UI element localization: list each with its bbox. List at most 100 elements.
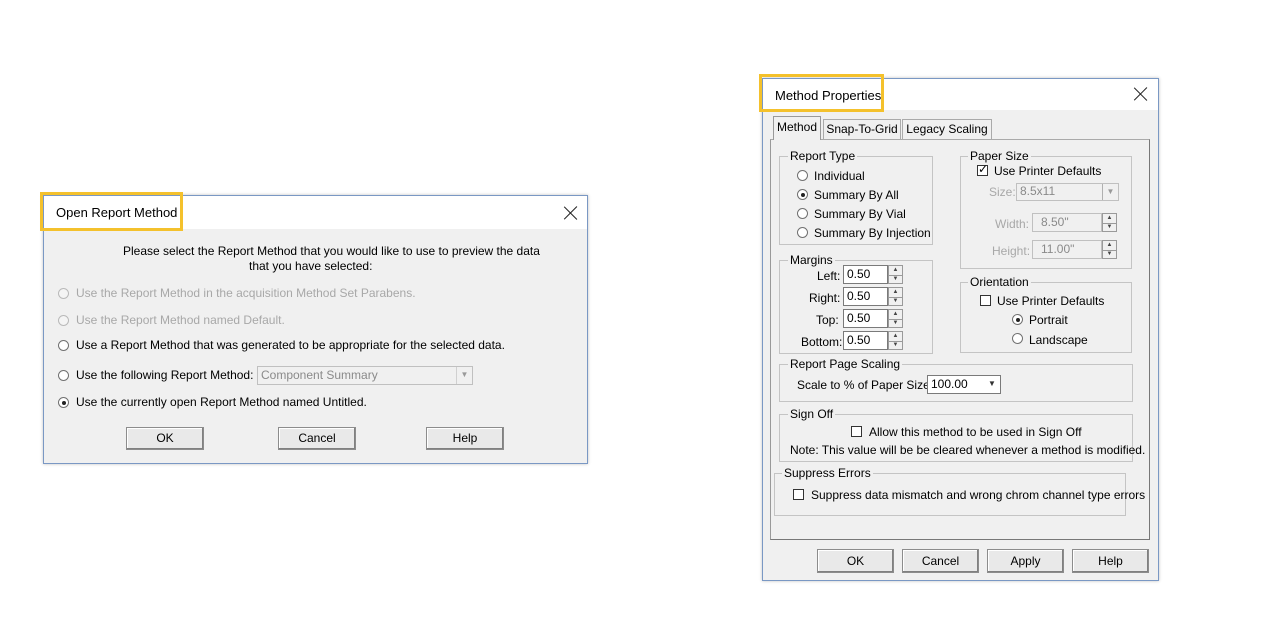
summary-by-injection-label: Summary By Injection [814, 226, 931, 240]
left-margin-field[interactable]: 0.50 [843, 265, 888, 284]
spin-down-icon: ▼ [892, 341, 899, 348]
title-highlight-box [759, 74, 884, 112]
left-margin-value: 0.50 [847, 267, 871, 281]
method-properties-dialog: Method Properties Method Snap-To-Grid Le… [762, 78, 1159, 581]
title-highlight-box [40, 192, 183, 231]
radio-summary-by-vial[interactable] [797, 208, 808, 219]
scale-label: Scale to % of Paper Size: [797, 378, 934, 392]
bottom-margin-label: Bottom: [801, 335, 843, 349]
right-margin-spinner[interactable]: ▲ ▼ [888, 287, 903, 306]
orientation-label: Orientation [968, 275, 1031, 289]
paper-size-label: Paper Size [968, 149, 1031, 163]
cancel-button[interactable]: Cancel [278, 427, 356, 450]
spin-down-icon: ▼ [1106, 250, 1113, 257]
radio-summary-by-injection[interactable] [797, 227, 808, 238]
size-label: Size: [989, 185, 1016, 199]
spin-down-icon: ▼ [1106, 223, 1113, 230]
radio-acquisition-method[interactable] [58, 288, 69, 299]
ok-button[interactable]: OK [817, 549, 894, 573]
suppress-errors-checkbox[interactable] [793, 489, 804, 500]
spin-down-icon: ▼ [892, 297, 899, 304]
help-button[interactable]: Help [1072, 549, 1149, 573]
report-page-scaling-label: Report Page Scaling [788, 357, 903, 371]
option-acquisition-method-label: Use the Report Method in the acquisition… [76, 286, 416, 300]
width-field[interactable]: 8.50" [1032, 213, 1102, 232]
top-margin-value: 0.50 [847, 311, 871, 325]
report-method-select[interactable]: Component Summary ▼ [257, 366, 473, 385]
right-margin-value: 0.50 [847, 289, 871, 303]
tab-snap-to-grid[interactable]: Snap-To-Grid [823, 119, 901, 140]
orientation-use-printer-defaults-checkbox[interactable] [980, 295, 991, 306]
portrait-label: Portrait [1029, 313, 1068, 327]
spin-down-icon: ▼ [892, 275, 899, 282]
sign-off-label: Sign Off [788, 407, 836, 421]
radio-following-method[interactable] [58, 370, 69, 381]
prompt-line-1: Please select the Report Method that you… [123, 244, 540, 258]
sign-off-checkbox-label: Allow this method to be used in Sign Off [869, 425, 1082, 439]
size-select[interactable]: 8.5x11 ▼ [1016, 183, 1119, 201]
radio-generated-method[interactable] [58, 340, 69, 351]
tab-method-label: Method [776, 120, 818, 134]
summary-by-vial-label: Summary By Vial [814, 207, 906, 221]
radio-current-method[interactable] [58, 397, 69, 408]
cancel-button[interactable]: Cancel [902, 549, 979, 573]
left-margin-label: Left: [817, 269, 841, 283]
bottom-margin-spinner[interactable]: ▲ ▼ [888, 331, 903, 350]
close-icon[interactable] [562, 204, 580, 222]
margins-label: Margins [788, 253, 835, 267]
option-generated-method-label: Use a Report Method that was generated t… [76, 338, 505, 352]
sign-off-checkbox[interactable] [851, 426, 862, 437]
tab-snap-to-grid-label: Snap-To-Grid [826, 122, 898, 136]
summary-by-all-label: Summary By All [814, 188, 899, 202]
height-label: Height: [992, 244, 1031, 258]
report-method-value: Component Summary [261, 368, 378, 382]
right-margin-label: Right: [809, 291, 841, 305]
bottom-margin-value: 0.50 [847, 333, 871, 347]
tab-legacy-scaling[interactable]: Legacy Scaling [902, 119, 992, 140]
orientation-use-printer-defaults-label: Use Printer Defaults [997, 294, 1105, 308]
apply-button[interactable]: Apply [987, 549, 1064, 573]
landscape-label: Landscape [1029, 333, 1088, 347]
top-margin-spinner[interactable]: ▲ ▼ [888, 309, 903, 328]
option-default-method-label: Use the Report Method named Default. [76, 313, 285, 327]
scale-value: 100.00 [931, 377, 968, 391]
radio-individual[interactable] [797, 170, 808, 181]
height-value: 11.00" [1041, 242, 1075, 256]
radio-landscape[interactable] [1012, 333, 1023, 344]
width-value: 8.50" [1041, 215, 1069, 229]
tab-method[interactable]: Method [773, 116, 821, 140]
bottom-margin-field[interactable]: 0.50 [843, 331, 888, 350]
left-margin-spinner[interactable]: ▲ ▼ [888, 265, 903, 284]
height-field[interactable]: 11.00" [1032, 240, 1102, 259]
size-value: 8.5x11 [1020, 184, 1056, 198]
scale-select[interactable]: 100.00 ▼ [927, 375, 1001, 394]
prompt-line-2: that you have selected: [249, 259, 373, 273]
spin-down-icon: ▼ [892, 319, 899, 326]
right-margin-field[interactable]: 0.50 [843, 287, 888, 306]
chevron-down-icon: ▼ [984, 376, 1000, 393]
close-icon[interactable] [1132, 85, 1150, 103]
option-following-method-label: Use the following Report Method: [76, 368, 254, 382]
height-spinner[interactable]: ▲ ▼ [1102, 240, 1117, 259]
individual-label: Individual [814, 169, 865, 183]
width-label: Width: [995, 217, 1030, 231]
radio-portrait[interactable] [1012, 314, 1023, 325]
report-type-label: Report Type [788, 149, 858, 163]
open-report-method-dialog: Open Report Method Please select the Rep… [43, 195, 588, 464]
chevron-down-icon: ▼ [1102, 184, 1118, 200]
width-spinner[interactable]: ▲ ▼ [1102, 213, 1117, 232]
paper-use-printer-defaults-label: Use Printer Defaults [994, 164, 1102, 178]
top-margin-field[interactable]: 0.50 [843, 309, 888, 328]
sign-off-note: Note: This value will be be cleared when… [790, 443, 1146, 457]
radio-summary-by-all[interactable] [797, 189, 808, 200]
tab-legacy-scaling-label: Legacy Scaling [906, 122, 988, 136]
suppress-errors-checkbox-label: Suppress data mismatch and wrong chrom c… [811, 488, 1146, 502]
help-button[interactable]: Help [426, 427, 504, 450]
top-margin-label: Top: [816, 313, 839, 327]
radio-default-method[interactable] [58, 315, 69, 326]
chevron-down-icon: ▼ [456, 367, 472, 384]
ok-button[interactable]: OK [126, 427, 204, 450]
option-current-method-label: Use the currently open Report Method nam… [76, 395, 367, 409]
paper-use-printer-defaults-checkbox[interactable] [977, 162, 988, 176]
suppress-errors-label: Suppress Errors [782, 466, 873, 480]
